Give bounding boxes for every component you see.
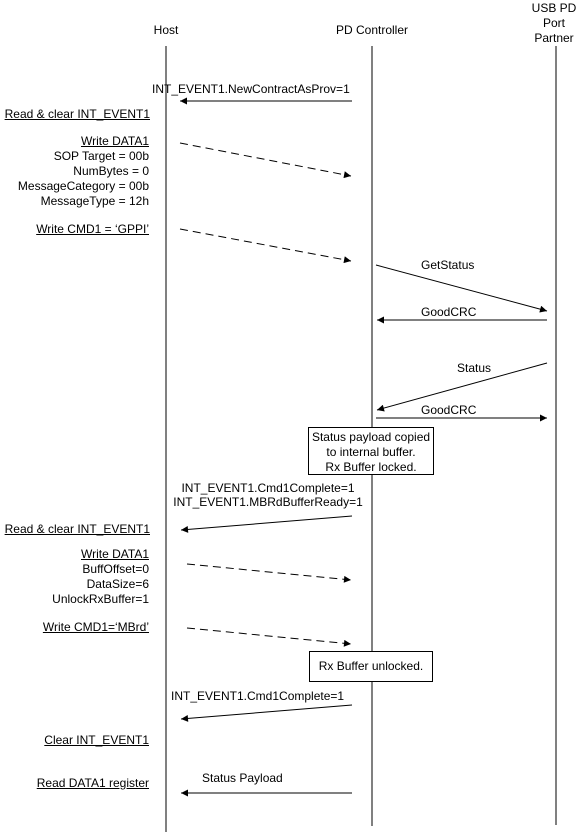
- label-mbrd-buffer-ready-line2: INT_EVENT1.MBRdBufferReady=1: [173, 495, 363, 509]
- arrow-write-data1-a: [179, 142, 352, 179]
- host-action-clear: Clear INT_EVENT1: [44, 733, 149, 747]
- arrow-write-data1-b: [186, 563, 352, 583]
- host-action-write-cmd1-gppi: Write CMD1 = ‘GPPI’: [36, 222, 149, 236]
- label-cmd1-complete: INT_EVENT1.Cmd1Complete=1: [171, 689, 345, 703]
- note-payload-copied-line3: Rx Buffer locked.: [325, 460, 417, 474]
- host-action-write-data1-b-line: BuffOffset=0: [82, 562, 149, 576]
- host-action-read-clear-2: Read & clear INT_EVENT1: [4, 522, 150, 536]
- host-action-write-data1-a-line: MessageCategory = 00b: [17, 179, 149, 193]
- note-rx-unlocked: Rx Buffer unlocked.: [309, 651, 433, 682]
- label-get-status: GetStatus: [421, 258, 475, 272]
- label-cmd1-complete-line1: INT_EVENT1.Cmd1Complete=1: [181, 481, 355, 495]
- participant-partner-line2: Port: [542, 16, 565, 30]
- participant-pd-controller: PD Controller: [335, 23, 409, 37]
- participant-partner-line1: USB PD: [531, 1, 577, 15]
- note-payload-copied-line2: to internal buffer.: [326, 445, 416, 459]
- host-action-write-data1-b-line: DataSize=6: [86, 577, 149, 591]
- arrow-write-cmd1-mbrd: [186, 627, 352, 647]
- label-status-payload: Status Payload: [202, 771, 283, 785]
- host-action-write-data1-b-line: UnlockRxBuffer=1: [52, 592, 149, 606]
- host-action-write-data1-a-line: MessageType = 12h: [40, 194, 149, 208]
- label-goodcrc-1: GoodCRC: [421, 305, 477, 319]
- arrow-write-cmd1-gppi: [179, 228, 352, 264]
- sequence-diagram-canvas: [165, 46, 557, 832]
- label-new-contract: INT_EVENT1.NewContractAsProv=1: [152, 82, 350, 96]
- label-goodcrc-2: GoodCRC: [421, 403, 477, 417]
- arrow-cmd1-complete-mbrd: [180, 515, 353, 533]
- participant-partner-line3: Partner: [534, 31, 574, 45]
- note-payload-copied-line1: Status payload copied: [311, 430, 431, 444]
- host-action-write-data1-b-title: Write DATA1: [80, 547, 149, 561]
- label-status: Status: [457, 361, 492, 375]
- host-action-write-cmd1-mbrd: Write CMD1=‘MBrd’: [42, 620, 149, 634]
- host-action-read-data1: Read DATA1 register: [36, 776, 149, 790]
- participant-host: Host: [153, 23, 179, 37]
- host-action-write-data1-a-line: NumBytes = 0: [73, 164, 149, 178]
- host-action-write-data1-a-line: SOP Target = 00b: [53, 149, 149, 163]
- host-action-write-data1-a-title: Write DATA1: [80, 134, 149, 148]
- note-payload-copied: Status payload copied to internal buffer…: [308, 427, 434, 475]
- arrow-cmd1-complete: [180, 704, 353, 722]
- host-action-read-clear-1: Read & clear INT_EVENT1: [4, 107, 150, 121]
